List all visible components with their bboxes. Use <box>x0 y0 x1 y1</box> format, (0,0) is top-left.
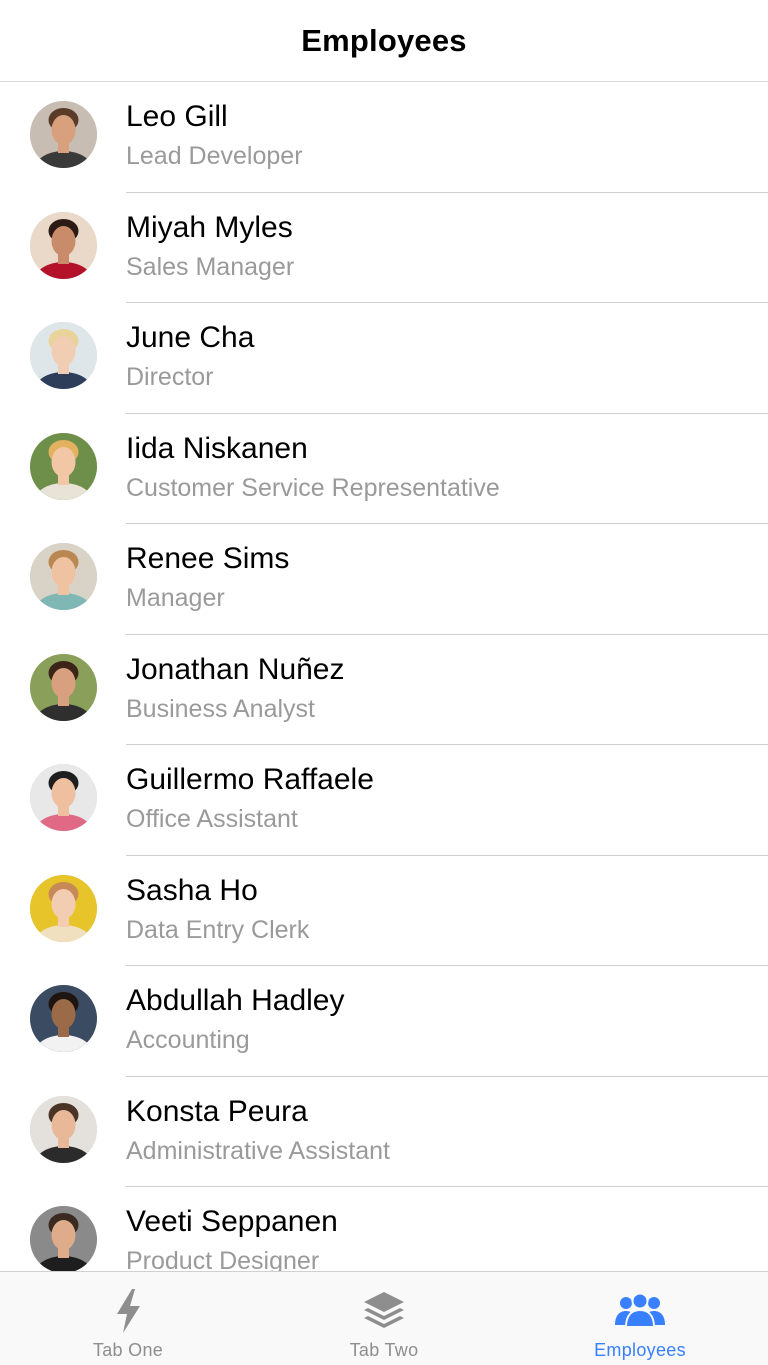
employee-row[interactable]: Konsta Peura Administrative Assistant <box>0 1077 768 1187</box>
employee-text: Miyah Myles Sales Manager <box>126 210 748 284</box>
employee-name: Veeti Seppanen <box>126 1205 338 1238</box>
employee-row[interactable]: Renee Sims Manager <box>0 524 768 635</box>
tab-employees-label: Employees <box>594 1340 686 1360</box>
employee-name: Renee Sims <box>126 542 290 575</box>
employee-row[interactable]: Abdullah Hadley Accounting <box>0 966 768 1077</box>
tab-employees[interactable]: Employees <box>512 1272 768 1365</box>
employee-text: Leo Gill Lead Developer <box>126 99 748 173</box>
avatar <box>30 211 97 279</box>
avatar <box>30 322 97 389</box>
employee-name: Abdullah Hadley <box>126 984 345 1017</box>
employee-role: Data Entry Clerk <box>126 915 310 944</box>
avatar <box>30 432 97 500</box>
nav-header: Employees <box>0 0 768 82</box>
employee-text: Veeti Seppanen Product Designer <box>126 1204 748 1271</box>
avatar <box>30 101 97 168</box>
employee-row[interactable]: June Cha Director <box>0 303 768 414</box>
employee-row[interactable]: Miyah Myles Sales Manager <box>0 193 768 303</box>
employee-role: Lead Developer <box>126 142 303 170</box>
employee-text: June Cha Director <box>126 320 748 394</box>
tab-one-label: Tab One <box>92 1340 164 1360</box>
tab-bar: Tab One Tab Two Employees <box>0 1271 768 1365</box>
employee-role: Sales Manager <box>126 252 295 281</box>
employee-name: Konsta Peura <box>126 1094 308 1128</box>
employee-role: Administrative Assistant <box>126 1136 390 1165</box>
employee-row[interactable]: Veeti Seppanen Product Designer <box>0 1187 768 1271</box>
tab-one[interactable]: Tab One <box>0 1272 256 1365</box>
employee-role: Business Analyst <box>126 694 315 723</box>
avatar <box>30 874 97 942</box>
page-title: Employees <box>301 23 467 58</box>
employee-row[interactable]: Leo Gill Lead Developer <box>0 82 768 193</box>
avatar <box>30 653 97 721</box>
employee-text: Sasha Ho Data Entry Clerk <box>126 873 748 947</box>
employee-name: Miyah Myles <box>126 210 293 244</box>
tab-two[interactable]: Tab Two <box>256 1272 512 1365</box>
employee-role: Customer Service Representative <box>126 473 500 502</box>
employee-row[interactable]: Iida Niskanen Customer Service Representa… <box>0 414 768 524</box>
employee-role: Accounting <box>126 1026 250 1054</box>
flash-icon <box>113 1286 143 1336</box>
employee-text: Renee Sims Manager <box>126 541 748 615</box>
tab-two-label: Tab Two <box>349 1340 419 1360</box>
employee-text: Jonathan Nuñez Business Analyst <box>126 652 748 726</box>
employee-name: Guillermo Raffaele <box>126 763 374 796</box>
people-icon <box>614 1286 666 1336</box>
employee-name: Sasha Ho <box>126 873 258 907</box>
layers-icon <box>361 1286 407 1336</box>
employee-role: Office Assistant <box>126 805 298 833</box>
employee-row[interactable]: Jonathan Nuñez Business Analyst <box>0 635 768 745</box>
employee-role: Product Designer <box>126 1247 320 1271</box>
employee-row[interactable]: Sasha Ho Data Entry Clerk <box>0 856 768 966</box>
avatar <box>30 1206 97 1271</box>
avatar <box>30 764 97 831</box>
employee-text: Abdullah Hadley Accounting <box>126 983 748 1057</box>
employee-text: Guillermo Raffaele Office Assistant <box>126 762 748 836</box>
avatar <box>30 1095 97 1163</box>
employee-row[interactable]: Guillermo Raffaele Office Assistant <box>0 745 768 856</box>
employee-name: Iida Niskanen <box>126 431 308 465</box>
app-screen: Employees Leo Gill Lead Developer Miyah My… <box>0 0 768 1365</box>
employee-role: Manager <box>126 584 225 612</box>
employee-name: Leo Gill <box>126 100 228 133</box>
employee-role: Director <box>126 363 214 391</box>
avatar <box>30 985 97 1052</box>
employee-text: Iida Niskanen Customer Service Representa… <box>126 431 748 505</box>
avatar <box>30 543 97 610</box>
employee-list[interactable]: Leo Gill Lead Developer Miyah Myles Sales M… <box>0 82 768 1271</box>
employee-text: Konsta Peura Administrative Assistant <box>126 1094 748 1168</box>
employee-name: Jonathan Nuñez <box>126 652 345 686</box>
employee-name: June Cha <box>126 321 255 354</box>
